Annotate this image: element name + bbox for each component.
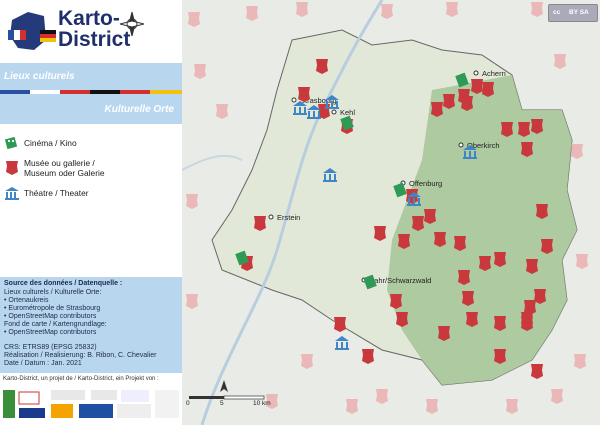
sources-box: Source des données / Datenquelle : Lieux… [0, 277, 182, 373]
scale-label-10: 10 km [253, 400, 271, 407]
museum-marker-outside [551, 389, 563, 404]
museum-marker[interactable] [531, 119, 543, 134]
sources-line: Réalisation / Realisierung: B. Ribon, C.… [4, 352, 157, 359]
sources-line: CRS: ETRS89 (EPSG 25832) [4, 344, 97, 351]
partner-logos [3, 390, 179, 418]
legend-panel: Karto- District Lieux culturels Kulturel… [0, 0, 182, 425]
theater-icon [5, 187, 19, 200]
sources-line: • Ortenaukreis [4, 297, 49, 304]
town-label: Erstein [277, 213, 300, 222]
map[interactable]: Achern Strasbourg Kehl Oberkirch Offenburg Er… [181, 0, 600, 426]
museum-marker-outside [346, 399, 358, 414]
museum-marker[interactable] [398, 234, 410, 249]
museum-marker[interactable] [501, 122, 513, 137]
town-dot [331, 109, 337, 115]
film-icon [4, 136, 18, 150]
museum-marker-outside [576, 254, 588, 269]
museum-marker[interactable] [254, 216, 266, 231]
town-label: Achern [482, 69, 506, 78]
museum-marker-outside [376, 389, 388, 404]
museum-marker[interactable] [454, 236, 466, 251]
sources-line: Lieux culturels / Kulturelle Orte: [4, 289, 102, 296]
museum-marker[interactable] [424, 209, 436, 224]
museum-marker[interactable] [316, 59, 328, 74]
scale-label-5: 5 [220, 400, 224, 407]
museum-marker-outside [216, 104, 228, 119]
museum-icon [6, 161, 18, 175]
band-de-label: Kulturelle Orte [104, 104, 174, 115]
legend-museum-label: Musée ou gallerie / Museum oder Galerie [24, 158, 105, 178]
museum-marker[interactable] [438, 326, 450, 341]
town-label: Lahr/Schwarzwald [370, 276, 431, 285]
museum-marker-outside [554, 54, 566, 69]
museum-marker-outside [446, 2, 458, 17]
sources-line: • OpenStreetMap contributors [4, 329, 97, 336]
town-dot [473, 70, 479, 76]
museum-marker-outside [186, 194, 198, 209]
museum-marker-outside [426, 399, 438, 414]
museum-marker-outside [194, 64, 206, 79]
museum-marker[interactable] [494, 349, 506, 364]
museum-marker[interactable] [458, 270, 470, 285]
town-dot [268, 214, 274, 220]
band-fr-label: Lieux culturels [4, 71, 75, 82]
museum-marker[interactable] [362, 349, 374, 364]
museum-marker[interactable] [518, 122, 530, 137]
museum-marker[interactable] [471, 79, 483, 94]
museum-marker-outside [531, 2, 543, 17]
town-dot [458, 142, 464, 148]
museum-marker-outside [381, 4, 393, 19]
museum-marker[interactable] [531, 364, 543, 379]
museum-marker[interactable] [443, 94, 455, 109]
museum-marker-outside [301, 354, 313, 369]
museum-marker[interactable] [461, 96, 473, 111]
legend-theater-label: Théatre / Theater [24, 188, 89, 198]
museum-marker[interactable] [521, 142, 533, 157]
band-fr: Lieux culturels [0, 63, 182, 93]
license-badge: cc BY SA [548, 4, 598, 22]
museum-marker-outside [186, 294, 198, 309]
museum-marker-outside [506, 399, 518, 414]
sources-line: Date / Datum : Jan. 2021 [4, 360, 82, 367]
museum-marker-outside [296, 2, 308, 17]
museum-marker[interactable] [541, 239, 553, 254]
museum-marker[interactable] [526, 259, 538, 274]
sources-line: • OpenStreetMap contributors [4, 313, 97, 320]
museum-marker-outside [188, 12, 200, 27]
museum-marker-outside [574, 354, 586, 369]
museum-marker[interactable] [494, 252, 506, 267]
scale-label-0: 0 [186, 400, 190, 407]
museum-marker[interactable] [334, 317, 346, 332]
museum-marker-outside [246, 6, 258, 21]
legend-cinema-label: Cinéma / Kino [24, 138, 77, 148]
museum-marker[interactable] [462, 291, 474, 306]
sources-title: Source des données / Datenquelle : [4, 280, 123, 287]
museum-marker[interactable] [412, 216, 424, 231]
museum-marker[interactable] [298, 87, 310, 102]
museum-marker[interactable] [482, 82, 494, 97]
town-dot [291, 97, 297, 103]
sources-line: • Eurométropole de Strasbourg [4, 305, 101, 312]
museum-marker[interactable] [390, 294, 402, 309]
north-arrow-icon [220, 380, 228, 392]
town-label: Kehl [340, 108, 355, 117]
museum-marker[interactable] [536, 204, 548, 219]
museum-marker[interactable] [466, 312, 478, 327]
museum-marker[interactable] [494, 316, 506, 331]
museum-marker[interactable] [374, 226, 386, 241]
museum-marker[interactable] [431, 102, 443, 117]
museum-marker[interactable] [396, 312, 408, 327]
sources-line: Fond de carte / Kartengrundlage: [4, 321, 107, 328]
museum-marker[interactable] [521, 316, 533, 331]
museum-marker[interactable] [479, 256, 491, 271]
museum-marker[interactable] [534, 289, 546, 304]
footer-text: Karto-District, un projet de / Karto-Dis… [3, 376, 159, 382]
museum-marker[interactable] [434, 232, 446, 247]
brand-title: Karto- District [58, 7, 131, 51]
museum-marker-outside [571, 144, 583, 159]
town-label: Offenburg [409, 179, 442, 188]
band-de: Kulturelle Orte [0, 94, 182, 124]
